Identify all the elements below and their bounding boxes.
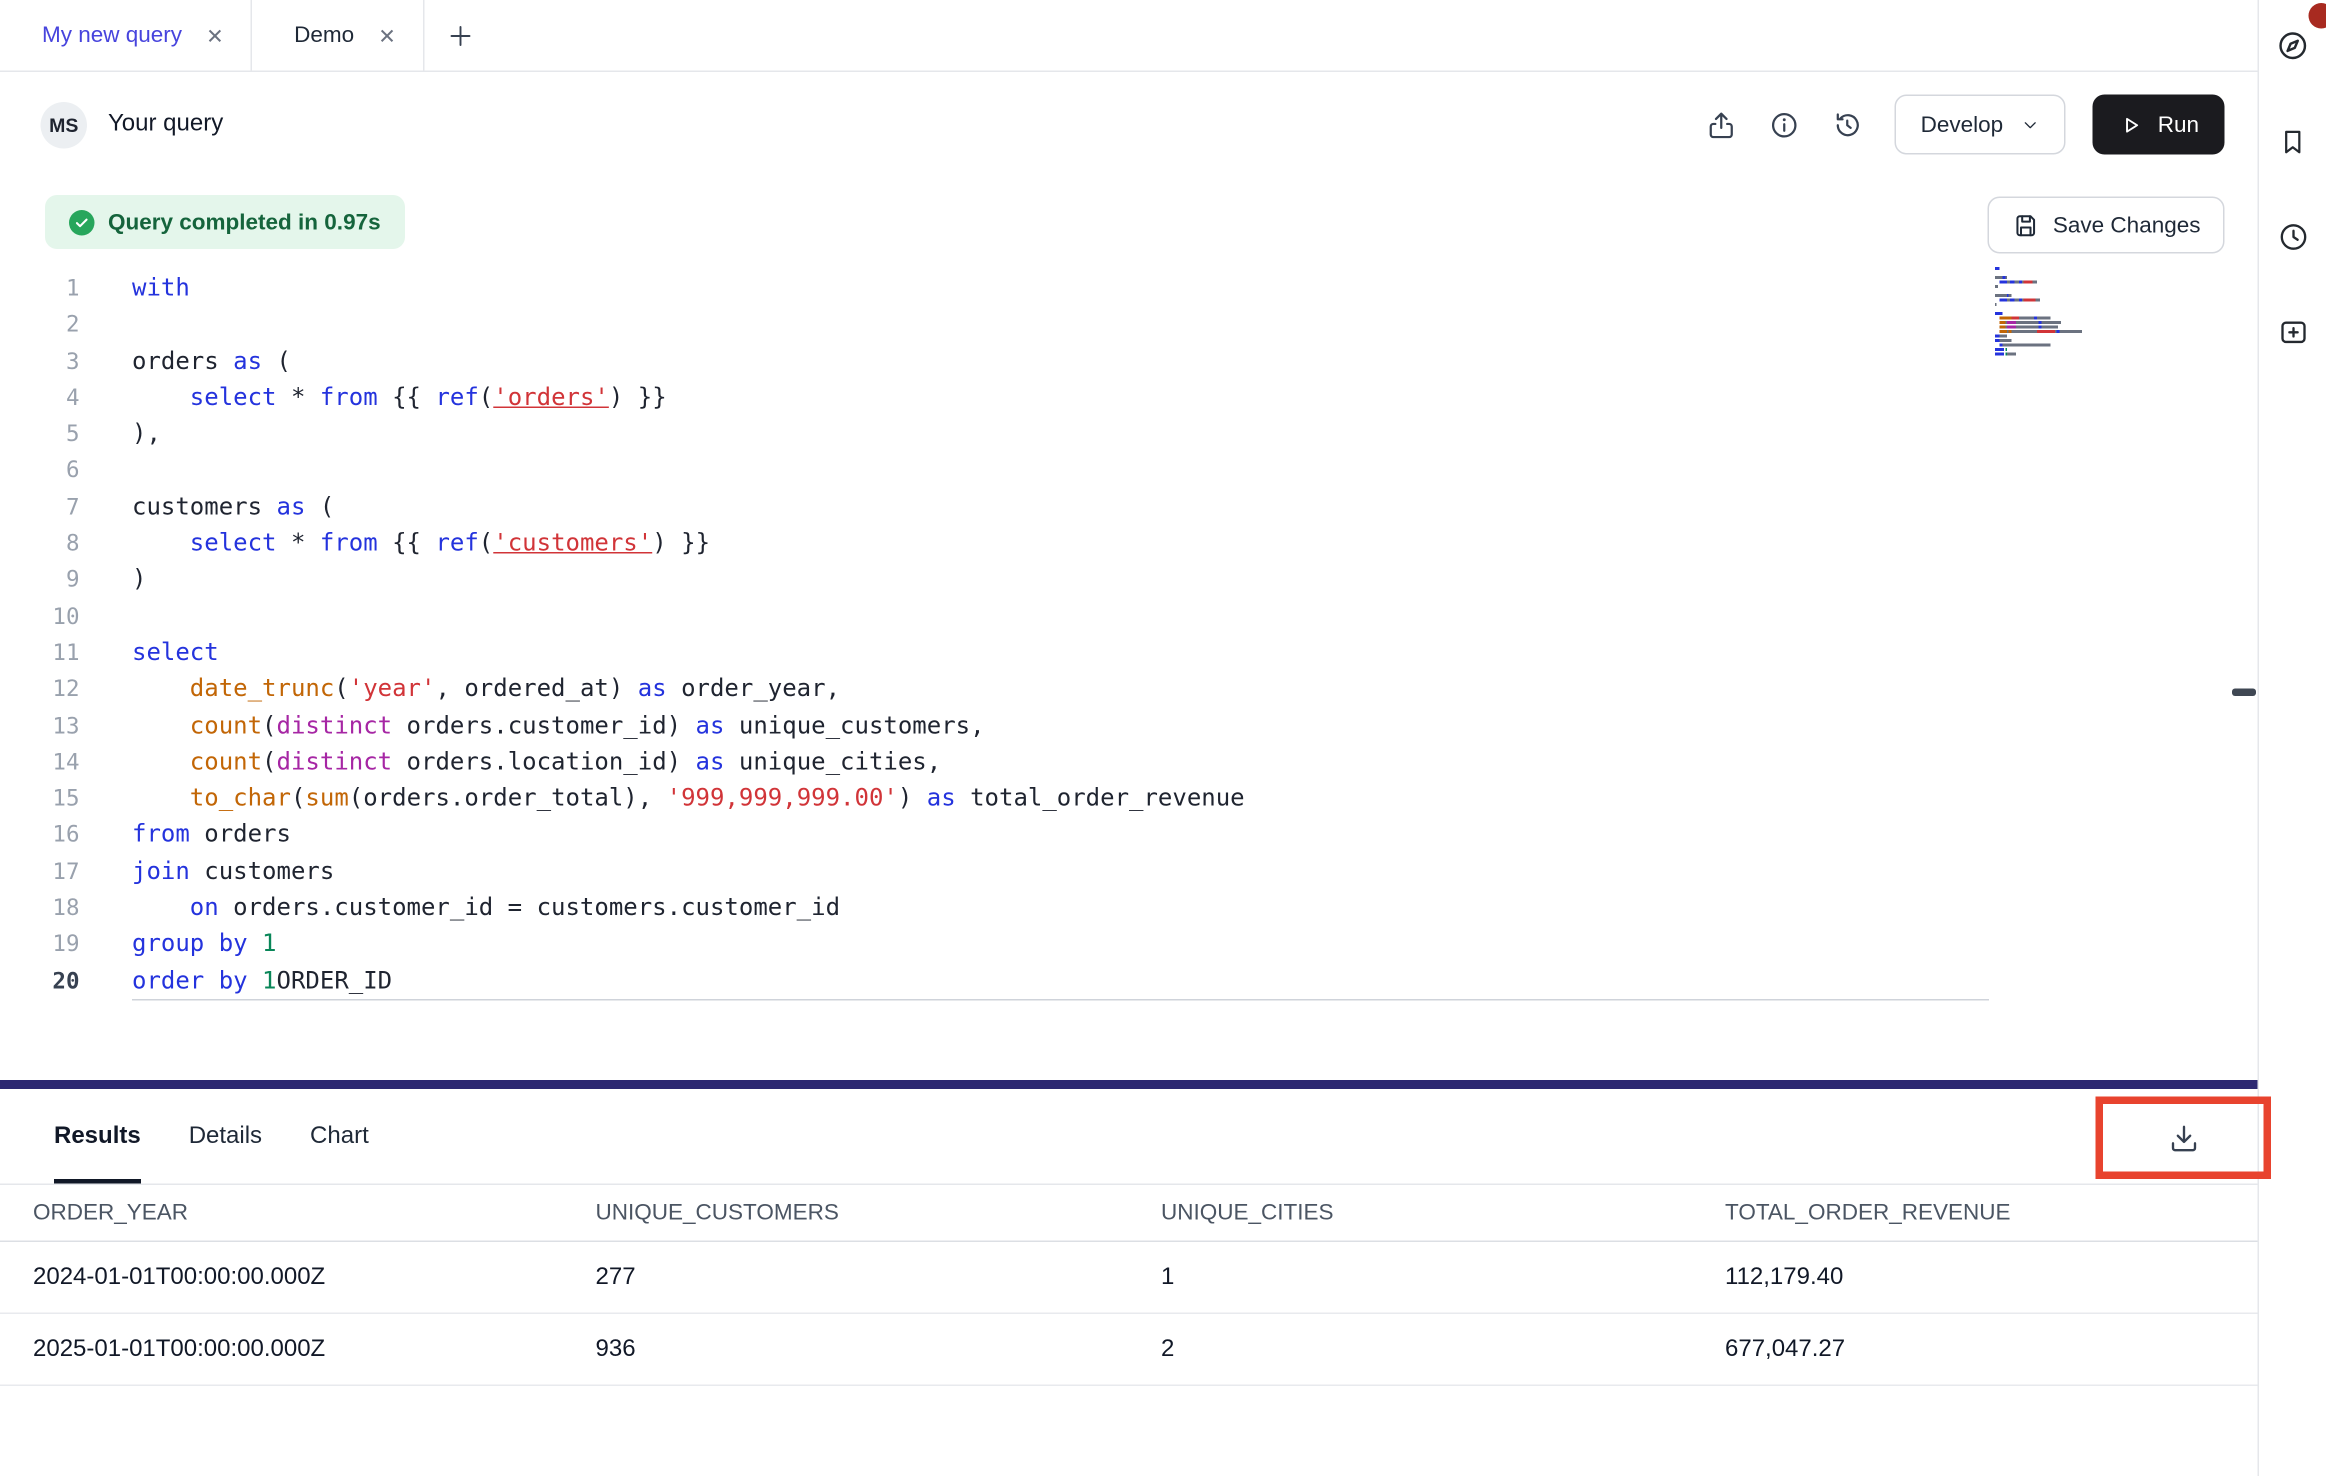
code-line[interactable]: 13 count(distinct orders.customer_id) as… xyxy=(0,707,2234,743)
avatar[interactable]: MS xyxy=(41,101,88,148)
scrollbar-thumb[interactable] xyxy=(2232,689,2256,697)
app: My new query ✕ Demo ✕ MS Your query xyxy=(0,0,2326,1476)
new-tab-button[interactable] xyxy=(424,0,496,71)
code-line[interactable]: 6 xyxy=(0,452,2234,488)
page-title: Your query xyxy=(108,111,223,138)
code-line[interactable]: 9) xyxy=(0,562,2234,598)
code-line[interactable]: 14 count(distinct orders.location_id) as… xyxy=(0,744,2234,780)
code-line[interactable]: 17join customers xyxy=(0,853,2234,889)
history-icon xyxy=(1831,109,1863,141)
table-cell: 677,047.27 xyxy=(1725,1336,2258,1363)
code-line[interactable]: 11select xyxy=(0,634,2234,670)
save-changes-button[interactable]: Save Changes xyxy=(1987,197,2225,254)
table-cell: 2 xyxy=(1161,1336,1725,1363)
table-row[interactable]: 2025-01-01T00:00:00.000Z9362677,047.27 xyxy=(0,1314,2258,1386)
code-line[interactable]: 2 xyxy=(0,306,2234,342)
run-button[interactable]: Run xyxy=(2093,95,2224,155)
recording-indicator xyxy=(2309,3,2326,29)
plus-icon xyxy=(447,22,474,49)
right-rail xyxy=(2259,0,2326,1476)
table-cell: 277 xyxy=(596,1264,1162,1291)
tab-results[interactable]: Results xyxy=(54,1089,141,1184)
query-toolbar: MS Your query xyxy=(0,72,2258,177)
table-cell: 2025-01-01T00:00:00.000Z xyxy=(33,1336,596,1363)
save-icon xyxy=(2011,211,2040,240)
code-line[interactable]: 3orders as ( xyxy=(0,343,2234,379)
highlight-annotation xyxy=(2096,1097,2272,1180)
tab-details[interactable]: Details xyxy=(189,1089,262,1184)
column-header[interactable]: ORDER_YEAR xyxy=(33,1200,596,1226)
panel-splitter[interactable] xyxy=(0,1080,2258,1089)
develop-button[interactable]: Develop xyxy=(1895,95,2066,155)
code-line[interactable]: 12 date_trunc('year', ordered_at) as ord… xyxy=(0,671,2234,707)
table-cell: 936 xyxy=(596,1336,1162,1363)
code-line[interactable]: 8 select * from {{ ref('customers') }} xyxy=(0,525,2234,561)
develop-label: Develop xyxy=(1921,112,2004,138)
code-line[interactable]: 1with xyxy=(0,270,2234,306)
save-changes-label: Save Changes xyxy=(2053,212,2201,238)
table-cell: 112,179.40 xyxy=(1725,1264,2258,1291)
tab-my-new-query[interactable]: My new query ✕ xyxy=(0,0,252,71)
table-row[interactable]: 2024-01-01T00:00:00.000Z2771112,179.40 xyxy=(0,1242,2258,1314)
bookmark-icon xyxy=(2277,125,2309,157)
code-line[interactable]: 7customers as ( xyxy=(0,489,2234,525)
tab-label: Demo xyxy=(294,23,354,49)
table-cell: 1 xyxy=(1161,1264,1725,1291)
run-label: Run xyxy=(2158,112,2199,138)
code-line[interactable]: 4 select * from {{ ref('orders') }} xyxy=(0,379,2234,415)
share-icon xyxy=(1705,109,1737,141)
code-line[interactable]: 16from orders xyxy=(0,817,2234,853)
results-tabs: Results Details Chart xyxy=(0,1089,2258,1185)
table-header: ORDER_YEARUNIQUE_CUSTOMERSUNIQUE_CITIEST… xyxy=(0,1185,2258,1242)
minimap[interactable] xyxy=(1995,267,2091,357)
info-icon xyxy=(1768,109,1800,141)
close-icon[interactable]: ✕ xyxy=(206,25,224,46)
code-line[interactable]: 19group by 1 xyxy=(0,926,2234,962)
check-icon xyxy=(69,209,95,235)
info-button[interactable] xyxy=(1757,98,1811,152)
tab-label: My new query xyxy=(42,23,182,49)
close-icon[interactable]: ✕ xyxy=(378,25,396,46)
chevron-down-icon xyxy=(2021,115,2041,135)
play-icon xyxy=(2119,112,2145,138)
table-body: 2024-01-01T00:00:00.000Z2771112,179.4020… xyxy=(0,1242,2258,1386)
column-header[interactable]: UNIQUE_CUSTOMERS xyxy=(596,1200,1162,1226)
code-line[interactable]: 5), xyxy=(0,416,2234,452)
status-message: Query completed in 0.97s xyxy=(108,209,381,235)
code-editor[interactable]: 1with23orders as (4 select * from {{ ref… xyxy=(0,270,2234,999)
history-panel-button[interactable] xyxy=(2260,204,2326,270)
tab-demo[interactable]: Demo ✕ xyxy=(252,0,424,71)
main-panel: My new query ✕ Demo ✕ MS Your query xyxy=(0,0,2259,1476)
clock-icon xyxy=(2276,221,2309,254)
tab-bar: My new query ✕ Demo ✕ xyxy=(0,0,2258,72)
code-line[interactable]: 10 xyxy=(0,598,2234,634)
column-header[interactable]: UNIQUE_CITIES xyxy=(1161,1200,1725,1226)
feedback-button[interactable] xyxy=(2260,300,2326,366)
table-cell: 2024-01-01T00:00:00.000Z xyxy=(33,1264,596,1291)
column-header[interactable]: TOTAL_ORDER_REVENUE xyxy=(1725,1200,2258,1226)
tab-chart[interactable]: Chart xyxy=(310,1089,369,1184)
code-line[interactable]: 20order by 1ORDER_ID xyxy=(0,962,2234,998)
editor-lines: 1with23orders as (4 select * from {{ ref… xyxy=(0,270,2234,999)
feedback-icon xyxy=(2276,317,2309,350)
share-button[interactable] xyxy=(1694,98,1748,152)
code-line[interactable]: 15 to_char(sum(orders.order_total), '999… xyxy=(0,780,2234,816)
code-line[interactable]: 18 on orders.customer_id = customers.cus… xyxy=(0,890,2234,926)
bookmarks-button[interactable] xyxy=(2260,108,2326,174)
compass-icon xyxy=(2276,28,2311,63)
status-badge: Query completed in 0.97s xyxy=(45,195,405,249)
history-button[interactable] xyxy=(1820,98,1874,152)
